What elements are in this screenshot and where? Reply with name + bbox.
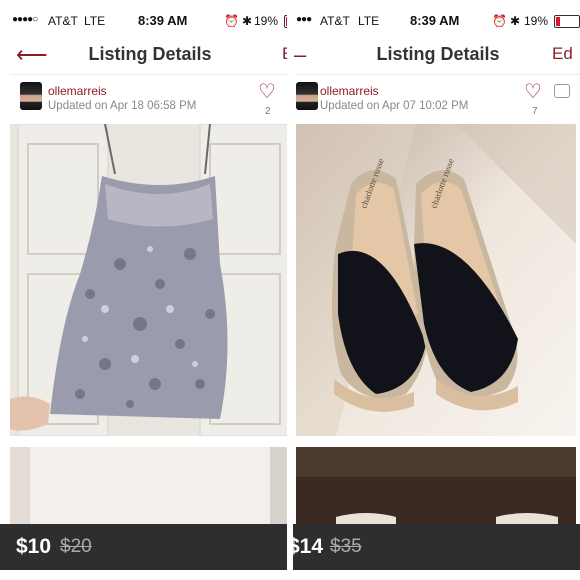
status-bar: ●●● AT&T LTE 8:39 AM ⏰ ✱ 19% [296, 6, 580, 34]
status-bar: ●●●●○ AT&T LTE 8:39 AM ⏰ ✱ 19% [10, 6, 290, 34]
seller-username[interactable]: ollemarreis [320, 84, 379, 98]
seller-row: ollemarreis Updated on Apr 18 06:58 PM ♡… [10, 76, 290, 122]
listing-photo-bottom[interactable] [296, 447, 576, 527]
avatar[interactable] [20, 82, 42, 110]
collage-divider [287, 0, 293, 580]
edit-button[interactable]: Ed [552, 44, 573, 64]
updated-timestamp: Updated on Apr 18 06:58 PM [48, 100, 197, 112]
clock-time: 8:39 AM [410, 13, 460, 28]
alarm-icon: ⏰ [224, 14, 239, 28]
page-title: Listing Details [88, 44, 212, 64]
carrier-label: AT&T [320, 14, 350, 28]
signal-strength-icon: ●●● [296, 14, 312, 25]
nav-bar: – Listing Details Ed [294, 34, 580, 75]
like-count: 7 [532, 106, 538, 117]
carrier-label: AT&T [48, 14, 78, 28]
bluetooth-icon: ✱ [510, 14, 521, 28]
sandals-photo: charlotte russe charlotte russe [296, 124, 576, 436]
original-price: $35 [330, 536, 362, 557]
network-type: LTE [84, 14, 106, 28]
seller-username[interactable]: ollemarreis [48, 84, 107, 98]
like-count: 2 [265, 106, 271, 117]
original-price: $20 [60, 536, 92, 557]
second-photo-preview [10, 447, 290, 527]
comment-icon[interactable] [554, 84, 570, 98]
second-photo-preview [296, 447, 576, 527]
bottom-strip [0, 570, 290, 580]
nav-bar: ⟵ Listing Details E [10, 34, 290, 75]
signal-strength-icon: ●●●●○ [12, 14, 38, 25]
avatar[interactable] [296, 82, 318, 110]
listing-photo-bottom[interactable] [10, 447, 290, 527]
heart-outline-icon[interactable]: ♡ [524, 82, 542, 102]
price-bar: $14 $35 [290, 524, 580, 570]
network-type: LTE [358, 14, 380, 28]
page-title: Listing Details [376, 44, 500, 64]
heart-outline-icon[interactable]: ♡ [258, 82, 276, 102]
bluetooth-icon: ✱ [242, 14, 253, 28]
listing-screen-left: ●●●●○ AT&T LTE 8:39 AM ⏰ ✱ 19% ⟵ Listing… [0, 0, 290, 580]
updated-timestamp: Updated on Apr 07 10:02 PM [320, 100, 469, 112]
battery-percent: 19% [254, 14, 279, 28]
seller-row: ollemarreis Updated on Apr 07 10:02 PM ♡… [296, 76, 580, 122]
alarm-icon: ⏰ [492, 14, 507, 28]
price-bar: $10 $20 [0, 524, 290, 570]
listing-price: $10 [16, 535, 52, 558]
clock-time: 8:39 AM [138, 13, 188, 28]
battery-icon [554, 15, 580, 28]
listing-price: $14 [290, 535, 324, 558]
tank-top-photo [10, 124, 290, 436]
battery-percent: 19% [524, 14, 549, 28]
listing-photo-top[interactable]: charlotte russe charlotte russe [296, 124, 576, 436]
bottom-strip [290, 570, 580, 580]
listing-screen-right: ●●● AT&T LTE 8:39 AM ⏰ ✱ 19% – Listing D… [290, 0, 580, 580]
listing-photo-top[interactable] [10, 124, 290, 436]
